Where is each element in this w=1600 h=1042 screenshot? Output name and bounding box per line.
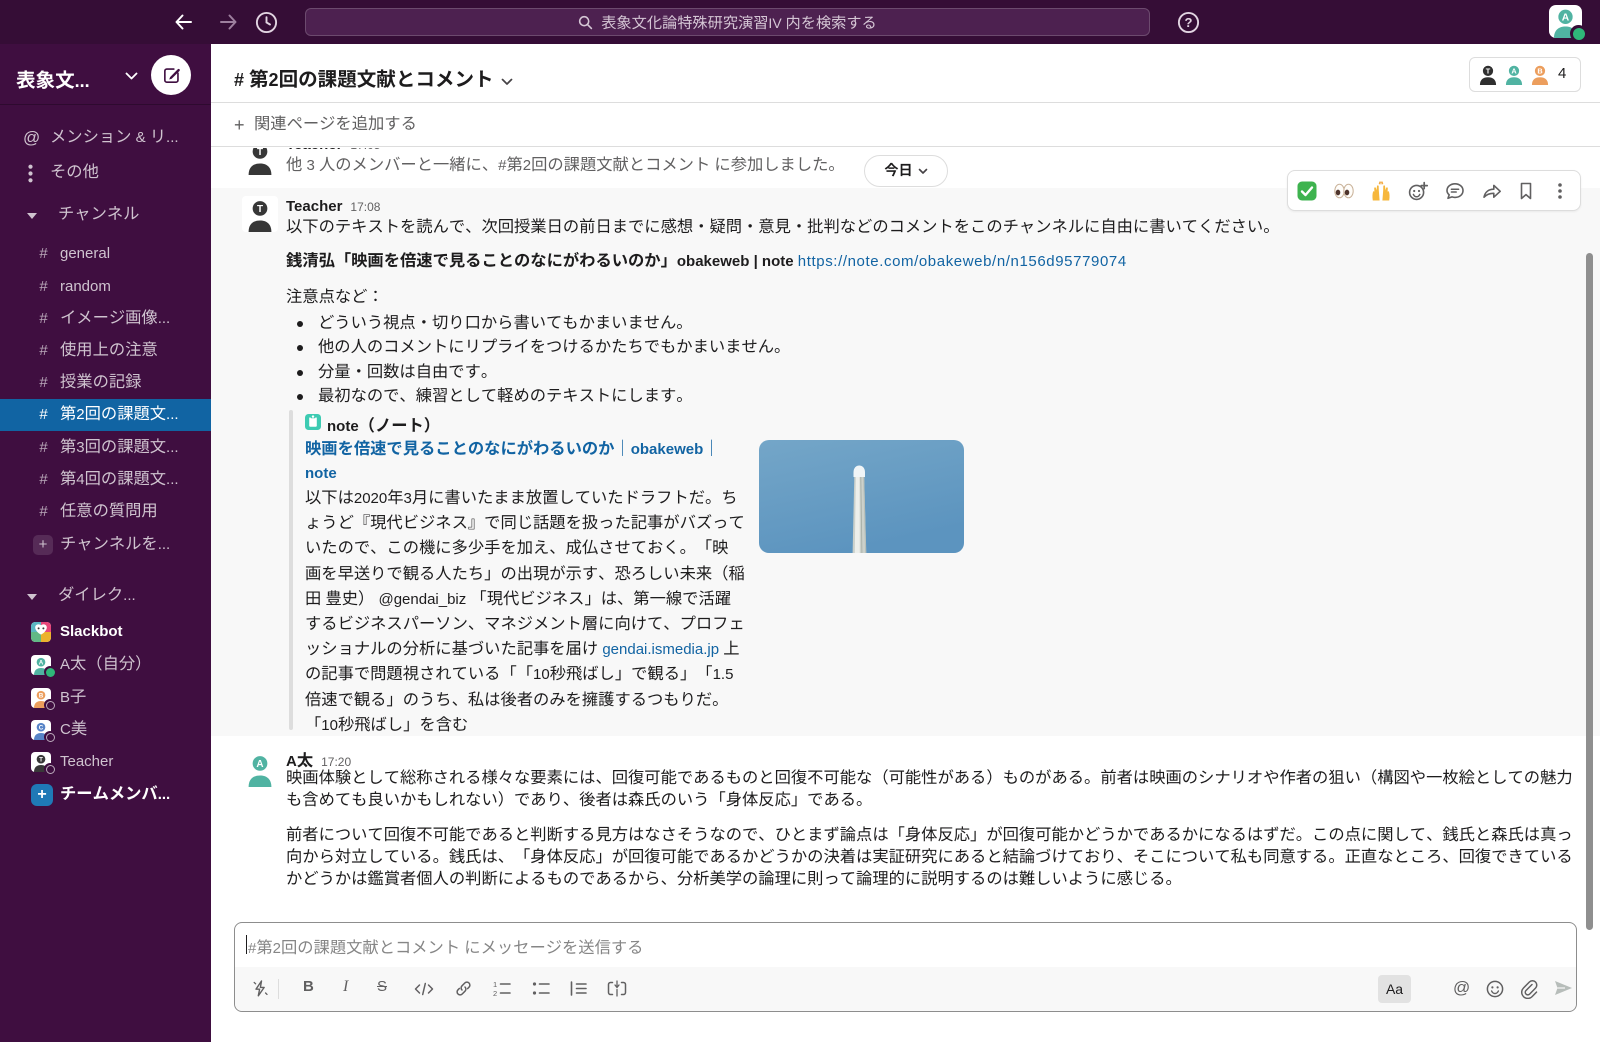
svg-text:B: B — [39, 692, 44, 699]
svg-text:A: A — [256, 759, 263, 770]
svg-text:1: 1 — [493, 980, 497, 989]
svg-text:B: B — [1537, 66, 1542, 75]
svg-text:A: A — [39, 659, 44, 666]
svg-text:T: T — [39, 756, 43, 763]
svg-text:C: C — [39, 724, 44, 731]
svg-text:?: ? — [1185, 15, 1193, 30]
svg-text:T: T — [257, 204, 263, 215]
svg-text:A: A — [1511, 66, 1517, 75]
svg-text:A: A — [1562, 12, 1570, 23]
svg-text:2: 2 — [493, 989, 497, 998]
svg-text:T: T — [257, 148, 263, 158]
svg-text:T: T — [1486, 66, 1491, 75]
